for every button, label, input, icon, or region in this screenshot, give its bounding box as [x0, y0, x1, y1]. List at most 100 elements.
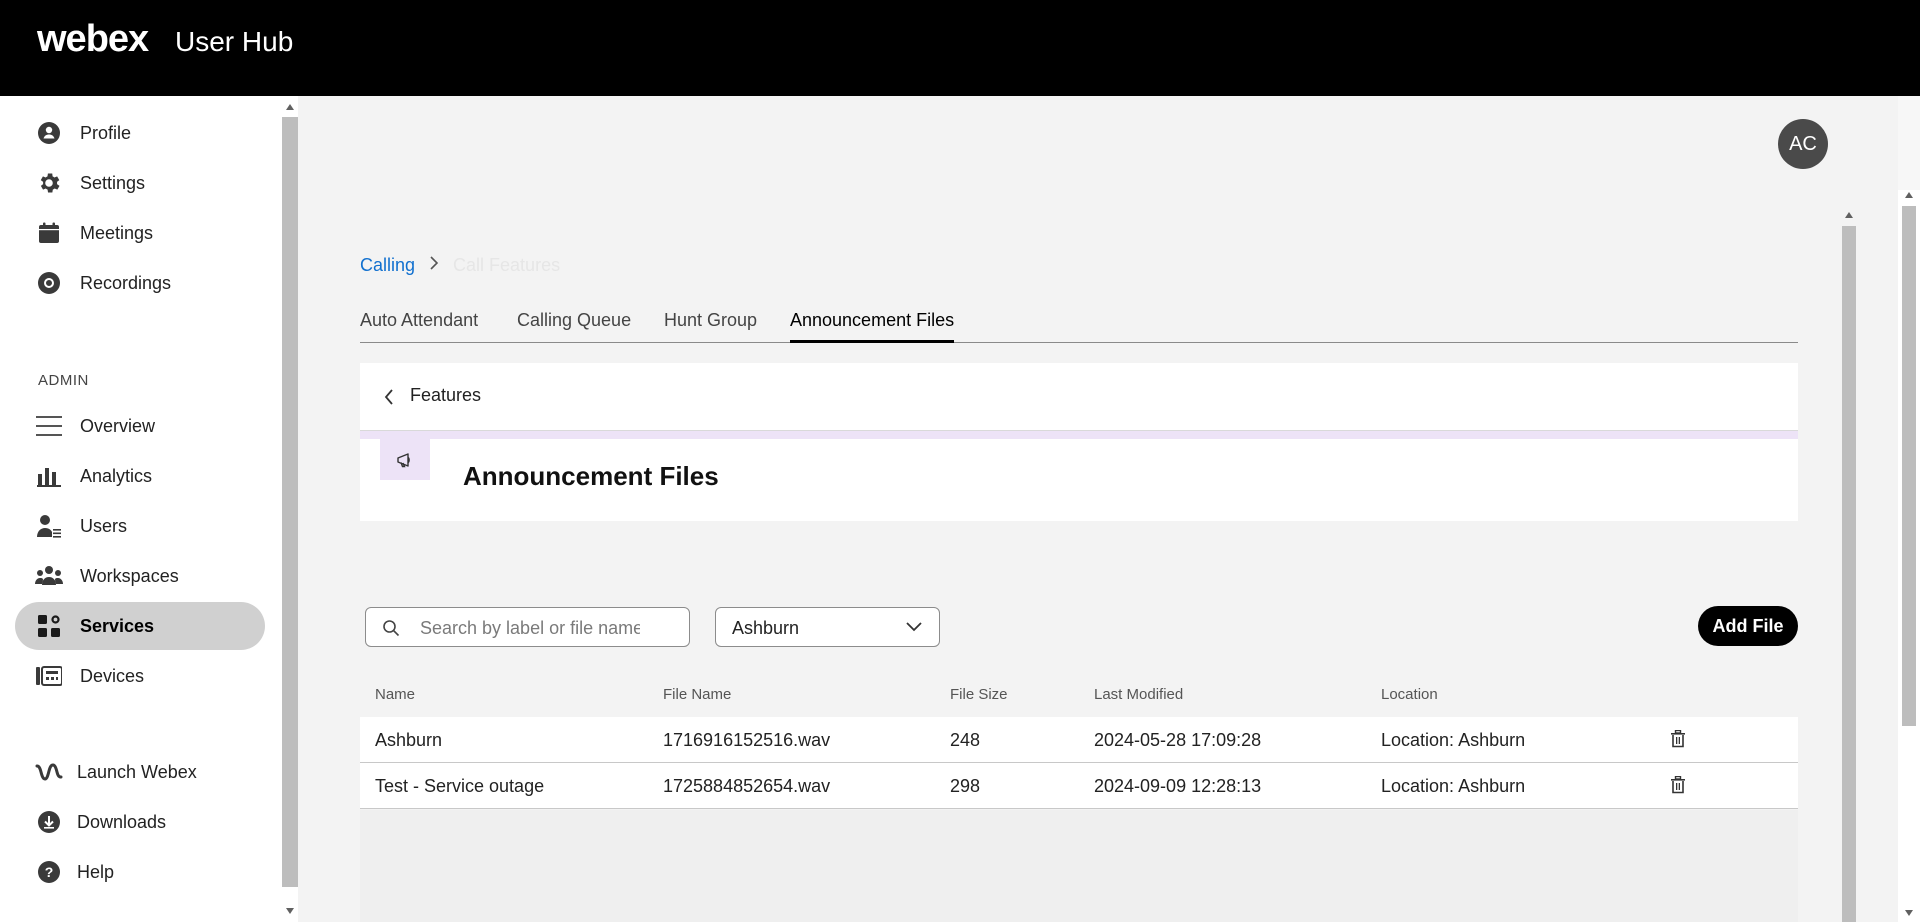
breadcrumb-current: Call Features: [453, 255, 561, 275]
column-header-name[interactable]: Name: [375, 686, 415, 703]
sidebar-item-help[interactable]: ? Help: [15, 848, 265, 896]
avatar[interactable]: AC: [1778, 119, 1828, 169]
sidebar-item-label: Analytics: [80, 465, 153, 486]
sidebar-item-label: Downloads: [77, 811, 167, 832]
sidebar-item-label: Launch Webex: [77, 761, 197, 782]
content-scrollbar[interactable]: [1838, 210, 1860, 922]
page-scrollbar[interactable]: [1898, 190, 1920, 922]
table-empty-area: [360, 810, 1798, 922]
sidebar-item-label: Workspaces: [80, 565, 179, 586]
calendar-icon: [35, 219, 63, 247]
sidebar-item-users[interactable]: Users: [15, 502, 265, 550]
page-title: Announcement Files: [463, 461, 719, 491]
features-back-bar: Features: [360, 363, 1798, 431]
menu-icon: [35, 412, 63, 440]
column-header-file-size[interactable]: File Size: [950, 686, 1008, 703]
admin-section-label: ADMIN: [38, 372, 89, 389]
sidebar-item-recordings[interactable]: Recordings: [15, 259, 265, 307]
breadcrumb-calling-link[interactable]: Calling: [360, 255, 415, 276]
location-select-value: Ashburn: [732, 618, 800, 638]
sidebar-item-analytics[interactable]: Analytics: [15, 452, 265, 500]
sidebar-item-services[interactable]: Services: [15, 602, 265, 650]
cell-last-modified: 2024-09-09 12:28:13: [1094, 776, 1262, 796]
search-field[interactable]: [365, 607, 690, 647]
search-icon: [382, 619, 400, 642]
accent-strip: [360, 431, 1798, 439]
cell-location: Location: Ashburn: [1381, 776, 1526, 796]
breadcrumb: Calling Call Features: [360, 255, 560, 276]
sidebar-item-profile[interactable]: Profile: [15, 109, 265, 157]
cell-file-name: 1716916152516.wav: [663, 730, 831, 750]
tab-announcement-files[interactable]: Announcement Files: [790, 310, 955, 343]
tab-hunt-group[interactable]: Hunt Group: [664, 310, 757, 343]
brand-logo[interactable]: webex: [37, 18, 149, 61]
webex-icon: [35, 758, 63, 786]
download-icon: [35, 808, 63, 836]
cell-file-size: 248: [950, 730, 981, 750]
cell-name: Ashburn: [375, 730, 443, 750]
sidebar-item-label: Users: [80, 515, 128, 536]
sidebar-item-label: Overview: [80, 415, 156, 436]
sidebar-item-downloads[interactable]: Downloads: [15, 798, 265, 846]
sidebar-item-launch-webex[interactable]: Launch Webex: [15, 748, 265, 796]
sidebar-item-label: Devices: [80, 665, 145, 686]
sidebar-scrollbar[interactable]: [282, 96, 298, 922]
sidebar-scroll-thumb[interactable]: [282, 117, 298, 887]
back-to-features-link[interactable]: Features: [410, 385, 481, 406]
chevron-left-icon[interactable]: [384, 388, 394, 411]
content-scroll-thumb[interactable]: [1842, 226, 1856, 922]
sidebar-item-label: Recordings: [80, 272, 172, 293]
title-panel: Announcement Files: [360, 439, 1798, 521]
location-select[interactable]: Ashburn: [715, 607, 940, 647]
table-row[interactable]: Test - Service outage 1725884852654.wav …: [360, 763, 1798, 809]
sidebar-item-overview[interactable]: Overview: [15, 402, 265, 450]
sidebar-item-meetings[interactable]: Meetings: [15, 209, 265, 257]
megaphone-icon: [380, 439, 430, 480]
add-file-button[interactable]: Add File: [1698, 606, 1798, 646]
cell-file-size: 298: [950, 776, 981, 796]
search-input[interactable]: [420, 616, 640, 640]
sidebar-item-label: Meetings: [80, 222, 154, 243]
tab-auto-attendant[interactable]: Auto Attendant: [360, 310, 478, 343]
cell-file-name: 1725884852654.wav: [663, 776, 831, 796]
sidebar: Profile Settings Meetings Recordings ADM…: [0, 96, 282, 922]
gear-icon: [35, 169, 63, 197]
sidebar-item-label: Profile: [80, 122, 132, 143]
top-bar: webex User Hub: [0, 0, 1920, 96]
chevron-right-icon: [429, 255, 439, 276]
help-icon: ?: [35, 858, 63, 886]
cell-location: Location: Ashburn: [1381, 730, 1526, 750]
product-name: User Hub: [175, 26, 294, 57]
trash-icon[interactable]: [1670, 775, 1686, 799]
scroll-down-icon[interactable]: [286, 908, 294, 914]
analytics-icon: [35, 462, 63, 490]
sidebar-item-label: Help: [77, 861, 115, 882]
recording-icon: [35, 269, 63, 297]
table-header: Name File Name File Size Last Modified L…: [360, 680, 1798, 718]
scroll-up-icon[interactable]: [1845, 212, 1853, 218]
page-scroll-thumb[interactable]: [1902, 206, 1916, 726]
workspaces-icon: [35, 562, 63, 590]
profile-icon: [35, 119, 63, 147]
cell-last-modified: 2024-05-28 17:09:28: [1094, 730, 1262, 750]
table-row[interactable]: Ashburn 1716916152516.wav 248 2024-05-28…: [360, 717, 1798, 763]
users-icon: [35, 512, 63, 540]
chevron-down-icon: [905, 620, 923, 638]
cell-name: Test - Service outage: [375, 776, 545, 796]
column-header-file-name[interactable]: File Name: [663, 686, 731, 703]
devices-icon: [35, 662, 63, 690]
services-icon: [35, 612, 63, 640]
scroll-down-icon[interactable]: [1905, 910, 1913, 916]
column-header-location[interactable]: Location: [1381, 686, 1438, 703]
column-header-last-modified[interactable]: Last Modified: [1094, 686, 1183, 703]
tab-calling-queue[interactable]: Calling Queue: [517, 310, 631, 343]
scroll-up-icon[interactable]: [286, 104, 294, 110]
sidebar-item-settings[interactable]: Settings: [15, 159, 265, 207]
sidebar-item-devices[interactable]: Devices: [15, 652, 265, 700]
feature-tabs: Auto Attendant Calling Queue Hunt Group …: [360, 310, 1798, 343]
scroll-up-icon[interactable]: [1905, 192, 1913, 198]
trash-icon[interactable]: [1670, 729, 1686, 753]
svg-text:?: ?: [45, 864, 54, 880]
sidebar-item-label: Settings: [80, 172, 146, 193]
sidebar-item-workspaces[interactable]: Workspaces: [15, 552, 265, 600]
